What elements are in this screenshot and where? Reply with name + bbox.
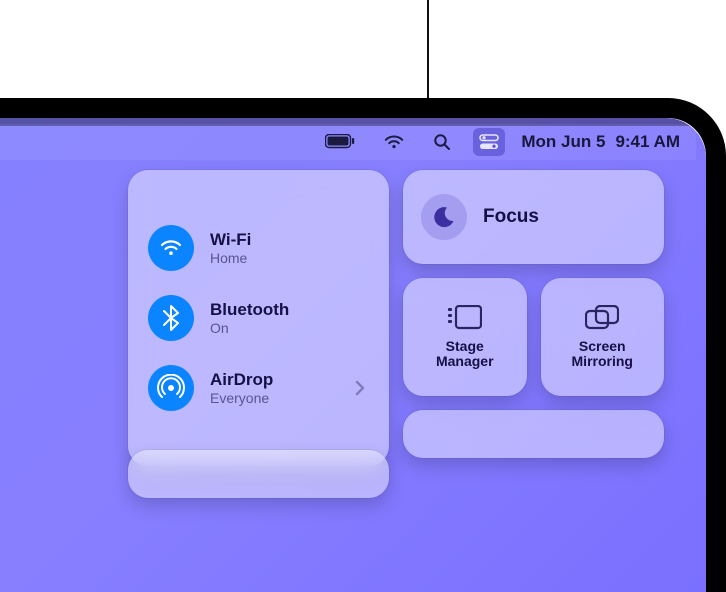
- menu-bar-spotlight[interactable]: [427, 128, 457, 156]
- screen-mirroring-tile[interactable]: Screen Mirroring: [541, 278, 665, 396]
- focus-label: Focus: [483, 206, 539, 228]
- focus-icon-bg: [421, 194, 467, 240]
- stage-manager-tile[interactable]: Stage Manager: [403, 278, 527, 396]
- control-center-right-column: Focus Stage Manager: [403, 170, 664, 496]
- bluetooth-toggle-icon-bg: [148, 295, 194, 341]
- menu-bar-date: Mon Jun 5: [521, 132, 605, 152]
- screen-mirroring-label: Screen Mirroring: [572, 339, 633, 370]
- menu-bar-battery[interactable]: [319, 128, 361, 156]
- menu-bar-time: 9:41 AM: [615, 132, 680, 152]
- control-center-icon: [479, 134, 499, 150]
- bluetooth-toggle[interactable]: Bluetooth On: [144, 285, 373, 351]
- device-bezel: Mon Jun 5 9:41 AM Wi-Fi: [0, 98, 726, 592]
- wifi-icon: [159, 238, 183, 258]
- bluetooth-label: Bluetooth: [210, 300, 369, 320]
- menu-bar-control-center[interactable]: [473, 128, 505, 156]
- control-center-panel: Wi-Fi Home Bluetooth On: [128, 170, 664, 590]
- stage-manager-icon: [448, 305, 482, 331]
- partial-tile-left[interactable]: [128, 450, 389, 498]
- airdrop-toggle-icon-bg: [148, 365, 194, 411]
- connectivity-tile: Wi-Fi Home Bluetooth On: [128, 170, 389, 466]
- partial-tile[interactable]: [403, 410, 664, 458]
- bluetooth-icon: [163, 305, 179, 331]
- wifi-label: Wi-Fi: [210, 230, 369, 250]
- airdrop-toggle[interactable]: AirDrop Everyone: [144, 355, 373, 421]
- airdrop-label: AirDrop: [210, 370, 339, 390]
- wifi-toggle[interactable]: Wi-Fi Home: [144, 215, 373, 281]
- moon-icon: [432, 205, 456, 229]
- menu-bar-clock[interactable]: Mon Jun 5 9:41 AM: [521, 132, 688, 152]
- stage-mirror-row: Stage Manager Screen Mirroring: [403, 278, 664, 396]
- stage-manager-label: Stage Manager: [436, 339, 494, 370]
- airdrop-icon: [157, 374, 185, 402]
- wifi-icon: [383, 134, 405, 150]
- desktop-wallpaper: Mon Jun 5 9:41 AM Wi-Fi: [0, 118, 706, 592]
- battery-icon: [325, 134, 355, 150]
- search-icon: [433, 133, 451, 151]
- screen-mirroring-icon: [585, 305, 619, 331]
- focus-tile[interactable]: Focus: [403, 170, 664, 264]
- bluetooth-status: On: [210, 320, 369, 336]
- airdrop-status: Everyone: [210, 390, 339, 406]
- wifi-status: Home: [210, 250, 369, 266]
- wifi-toggle-icon-bg: [148, 225, 194, 271]
- menu-bar-wifi[interactable]: [377, 128, 411, 156]
- menu-bar: Mon Jun 5 9:41 AM: [0, 124, 696, 160]
- chevron-right-icon[interactable]: [355, 380, 365, 396]
